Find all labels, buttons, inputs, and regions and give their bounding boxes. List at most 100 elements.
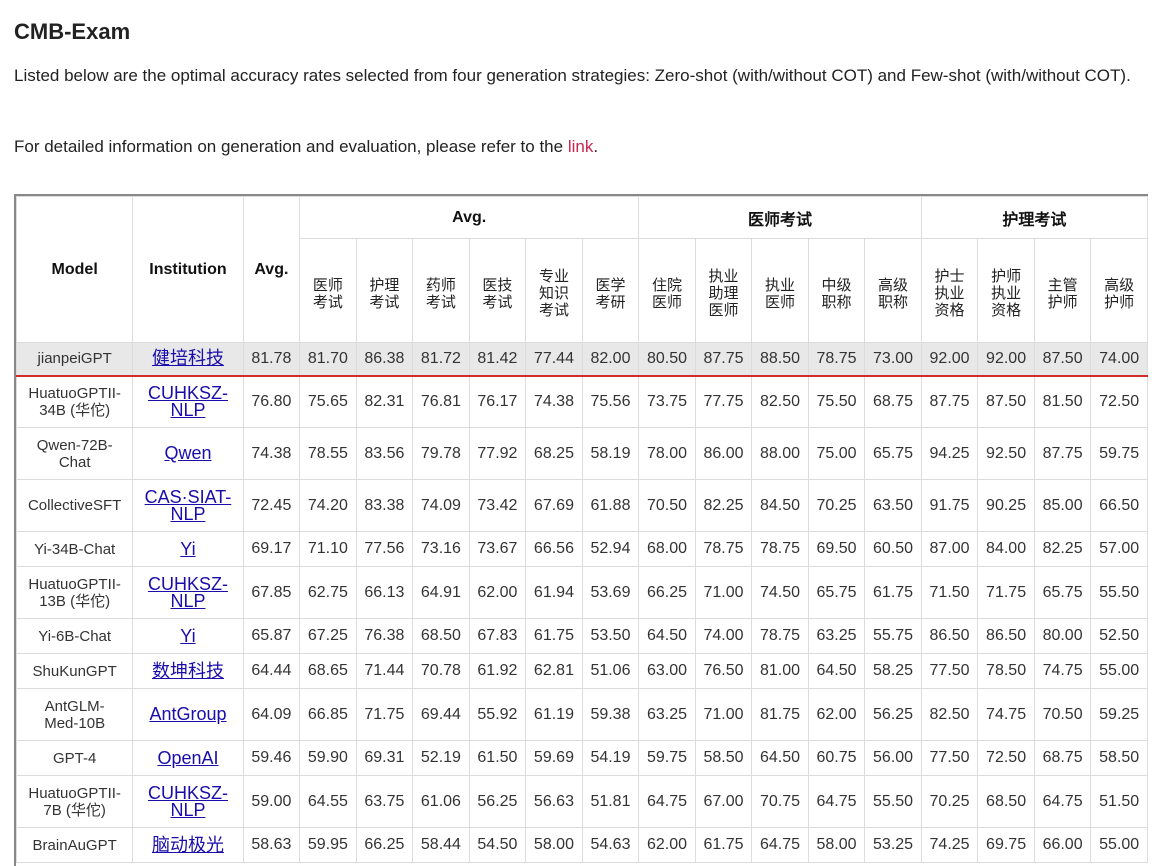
score-cell: 55.75 (864, 618, 922, 654)
table-row: HuatuoGPTII- 7B (华佗) CUHKSZ- NLP 59.00 64.55 6… (16, 775, 1148, 828)
table-row: ShuKunGPT 数坤科技 64.44 68.65 71.44 70.78 61.92 62… (16, 653, 1148, 689)
score-cell: 78.55 (299, 427, 357, 480)
score-cell: 54.50 (468, 827, 527, 863)
institution-link-line[interactable]: CUHKSZ- (133, 575, 242, 593)
table-row: GPT-4 OpenAI 59.46 59.90 69.31 52.19 61.50 59.6… (16, 740, 1148, 776)
institution-link-line[interactable]: NLP (133, 801, 242, 819)
institution-link[interactable]: OpenAI (133, 749, 242, 767)
score-cell: 92.50 (977, 427, 1035, 480)
model-name-cell: AntGLM- Med-10B (16, 688, 134, 741)
table-row: BrainAuGPT 脑动极光 58.63 59.95 66.25 58.44 54.50 5… (16, 827, 1148, 863)
header-sub-label-line: 护士 (934, 268, 965, 285)
detail-link[interactable]: link (568, 137, 594, 156)
institution-link[interactable]: Qwen (133, 444, 242, 462)
score-cell: 87.50 (977, 375, 1035, 428)
score-cell: 81.42 (468, 342, 527, 377)
institution-link-line[interactable]: CUHKSZ- (133, 784, 242, 802)
institution-link-line[interactable]: AntGroup (133, 705, 242, 723)
leaderboard-table-container[interactable]: Model Institution Avg. Avg. 医师考试 护理考试 医师… (14, 194, 1148, 866)
score-cell: 87.00 (920, 531, 979, 567)
score-cell: 67.69 (525, 479, 583, 532)
score-cell: 63.50 (864, 479, 922, 532)
score-cell: 74.00 (694, 618, 753, 654)
score-cell: 86.00 (694, 427, 753, 480)
institution-link-line[interactable]: 数坤科技 (133, 662, 242, 680)
score-cell: 85.00 (1033, 479, 1092, 532)
score-cell: 74.09 (412, 479, 470, 532)
institution-link[interactable]: 脑动极光 (133, 836, 242, 854)
score-cell: 64.75 (1033, 775, 1092, 828)
score-cell: 64.75 (807, 775, 866, 828)
score-cell: 75.50 (807, 375, 866, 428)
header-sub-column: 高级 护师 (1090, 238, 1148, 343)
institution-link-line[interactable]: Yi (133, 627, 242, 645)
institution-link-line[interactable]: Qwen (133, 444, 242, 462)
institution-link[interactable]: CUHKSZ- NLP (133, 575, 242, 610)
score-cell: 64.91 (412, 566, 470, 619)
header-sub-label-line: 执业 (934, 285, 965, 302)
score-cell: 74.20 (299, 479, 357, 532)
score-cell: 51.06 (581, 653, 640, 689)
header-institution: Institution (132, 196, 244, 343)
header-sub-label-line: 职称 (821, 293, 852, 311)
institution-link[interactable]: Yi (133, 540, 242, 558)
header-sub-label-line: 医师 (312, 276, 343, 294)
score-cell: 67.00 (694, 775, 753, 828)
institution-link[interactable]: AntGroup (133, 705, 242, 723)
institution-link[interactable]: CUHKSZ- NLP (133, 784, 242, 819)
score-cell: 78.75 (694, 531, 753, 567)
score-cell: 82.25 (694, 479, 753, 532)
institution-link-line[interactable]: 脑动极光 (133, 836, 242, 854)
score-cell: 64.50 (807, 653, 866, 689)
institution-link-line[interactable]: CAS·SIAT- (133, 488, 242, 506)
score-cell: 59.75 (638, 740, 696, 776)
score-cell: 69.31 (355, 740, 414, 776)
institution-link-line[interactable]: OpenAI (133, 749, 242, 767)
score-cell: 82.00 (581, 342, 640, 377)
header-sub-label-line: 护师 (1047, 293, 1078, 311)
score-cell: 76.50 (694, 653, 753, 689)
institution-link[interactable]: 健培科技 (133, 349, 242, 367)
model-name-cell: HuatuoGPTII- 13B (华佗) (16, 566, 134, 619)
score-cell: 70.25 (920, 775, 979, 828)
header-sub-label-line: 职称 (878, 293, 909, 311)
score-cell: 75.56 (581, 375, 640, 428)
header-sub-label-line: 药师 (425, 276, 456, 294)
institution-link-line[interactable]: NLP (133, 505, 242, 523)
header-sub-column: 中级 职称 (807, 238, 866, 343)
institution-link-line[interactable]: NLP (133, 592, 242, 610)
institution-cell: OpenAI (132, 740, 244, 776)
institution-link[interactable]: 数坤科技 (133, 662, 242, 680)
score-cell: 64.50 (638, 618, 696, 654)
score-cell: 71.00 (694, 688, 753, 741)
score-cell: 68.75 (864, 375, 922, 428)
score-cell: 91.75 (920, 479, 979, 532)
header-sub-column: 高级 职称 (864, 238, 922, 343)
institution-link[interactable]: CUHKSZ- NLP (133, 384, 242, 419)
institution-link[interactable]: CAS·SIAT- NLP (133, 488, 242, 523)
institution-link-line[interactable]: 健培科技 (133, 349, 242, 367)
score-cell: 82.50 (920, 688, 979, 741)
score-cell: 56.00 (864, 740, 922, 776)
header-sub-label-line: 医师 (765, 293, 796, 311)
score-cell: 78.75 (751, 618, 809, 654)
score-cell: 68.25 (525, 427, 583, 480)
avg-score-cell: 74.38 (242, 427, 301, 480)
score-cell: 68.65 (299, 653, 357, 689)
model-name-line: ShuKunGPT (32, 662, 117, 680)
header-group-nursing: 护理考试 (920, 196, 1148, 239)
avg-score-cell: 64.09 (242, 688, 301, 741)
institution-link-line[interactable]: Yi (133, 540, 242, 558)
score-cell: 75.65 (299, 375, 357, 428)
score-cell: 58.50 (694, 740, 753, 776)
score-cell: 73.16 (412, 531, 470, 567)
avg-score-cell: 59.00 (242, 775, 301, 828)
score-cell: 61.75 (525, 618, 583, 654)
score-cell: 58.00 (525, 827, 583, 863)
header-sub-column: 医学 考研 (581, 238, 640, 343)
score-cell: 52.19 (412, 740, 470, 776)
institution-link-line[interactable]: NLP (133, 401, 242, 419)
table-row: AntGLM- Med-10B AntGroup 64.09 66.85 71.75 69.… (16, 688, 1148, 741)
institution-link[interactable]: Yi (133, 627, 242, 645)
score-cell: 83.56 (355, 427, 414, 480)
